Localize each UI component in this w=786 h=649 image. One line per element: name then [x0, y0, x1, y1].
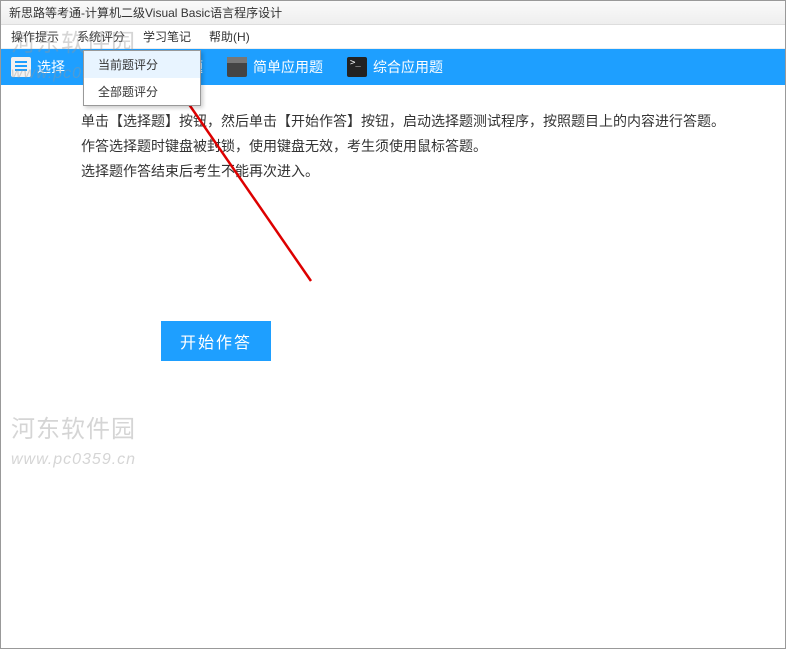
- start-answer-button[interactable]: 开始作答: [161, 321, 271, 361]
- window-title: 新思路等考通-计算机二级Visual Basic语言程序设计: [9, 4, 282, 21]
- menu-hint[interactable]: 操作提示: [11, 28, 59, 45]
- watermark-cn: 河东软件园: [11, 417, 136, 443]
- watermark-url: www.pc0359.cn: [11, 451, 136, 468]
- instruction-line: 单击【选择题】按钮，然后单击【开始作答】按钮，启动选择题测试程序，按照题目上的内…: [53, 109, 733, 134]
- instruction-line: 选择题作答结束后考生不能再次进入。: [53, 159, 733, 184]
- app-icon: [227, 57, 247, 77]
- title-bar: 新思路等考通-计算机二级Visual Basic语言程序设计: [1, 1, 785, 25]
- start-button-label: 开始作答: [180, 329, 252, 353]
- dropdown-current-score[interactable]: 当前题评分: [84, 51, 200, 78]
- tab-label: 综合应用题: [373, 57, 443, 77]
- watermark: 河东软件园 www.pc0359.cn: [11, 409, 136, 470]
- instruction-line: 作答选择题时键盘被封锁，使用键盘无效，考生须使用鼠标答题。: [53, 134, 733, 159]
- list-icon: [11, 57, 31, 77]
- tab-label: 选择: [37, 57, 65, 77]
- tab-complex-app[interactable]: 综合应用题: [347, 57, 443, 77]
- tab-choice[interactable]: 选择: [11, 57, 65, 77]
- tab-simple-app[interactable]: 简单应用题: [227, 57, 323, 77]
- menu-scoring[interactable]: 系统评分: [77, 28, 125, 45]
- scoring-dropdown: 当前题评分 全部题评分: [83, 50, 201, 106]
- menu-help[interactable]: 帮助(H): [209, 28, 250, 45]
- cmd-icon: [347, 57, 367, 77]
- menu-notes[interactable]: 学习笔记: [143, 28, 191, 45]
- dropdown-all-score[interactable]: 全部题评分: [84, 78, 200, 105]
- menu-bar: 操作提示 系统评分 学习笔记 帮助(H): [1, 25, 785, 49]
- tab-label: 简单应用题: [253, 57, 323, 77]
